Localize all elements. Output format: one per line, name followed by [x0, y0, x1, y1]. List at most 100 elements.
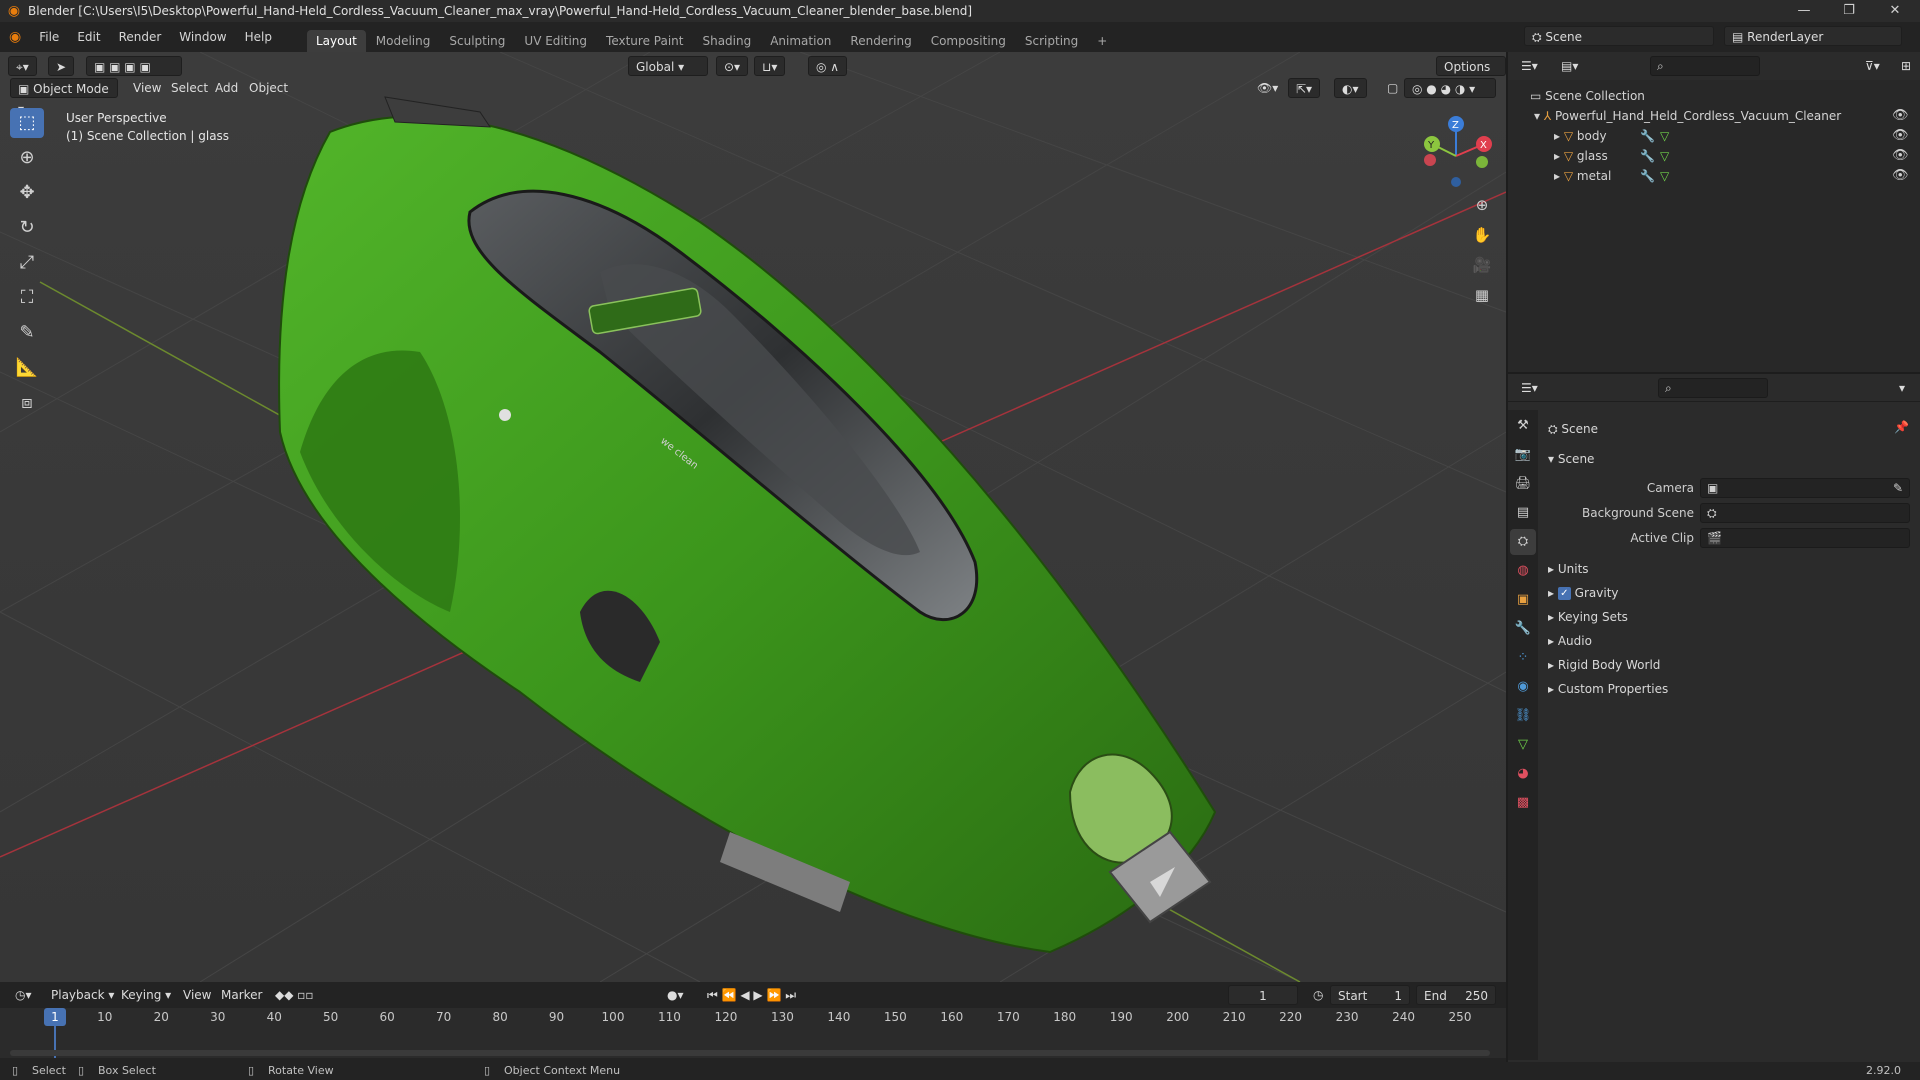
maximize-button[interactable]: ❐ — [1827, 0, 1871, 22]
outliner-search-input[interactable]: ⌕ — [1650, 56, 1760, 76]
viewport-menu-view[interactable]: View — [126, 78, 168, 98]
object-tab-icon[interactable]: ▣ — [1510, 587, 1536, 613]
use-preview-range-icon[interactable]: ◷ — [1306, 985, 1330, 1005]
render-tab-icon[interactable]: 📷 — [1510, 442, 1536, 468]
new-collection-icon[interactable]: ⊞ — [1894, 56, 1918, 76]
transform-orientation-dropdown[interactable]: Global ▾ — [628, 56, 708, 76]
menu-file[interactable]: File — [30, 22, 68, 52]
timeline-menu-playback[interactable]: Playback ▾ — [44, 985, 121, 1005]
modifier-tab-icon[interactable]: 🔧 — [1510, 616, 1536, 642]
menu-help[interactable]: Help — [236, 22, 281, 52]
render-layer-selector[interactable]: ▤ RenderLayer — [1724, 26, 1902, 46]
material-tab-icon[interactable]: ◕ — [1510, 761, 1536, 787]
minimize-button[interactable]: — — [1782, 0, 1826, 22]
ortho-grid-icon[interactable]: ▦ — [1469, 282, 1495, 308]
panel-audio-header[interactable]: ▸ Audio — [1548, 630, 1592, 652]
3d-viewport[interactable]: we clean ⌖▾ ➤ ▣ ▣ ▣ ▣ Global ▾ ⊙▾ ⊔▾ ◎ ∧… — [0, 52, 1506, 982]
keyframe-buttons-icon[interactable]: ◆◆ ▫▫ — [268, 985, 321, 1005]
pivot-point-dropdown[interactable]: ⊙▾ — [716, 56, 749, 76]
panel-keying-sets-header[interactable]: ▸ Keying Sets — [1548, 606, 1628, 628]
pin-icon[interactable]: 📌 — [1894, 420, 1909, 434]
tab-shading[interactable]: Shading — [693, 30, 760, 52]
display-mode-icon[interactable]: ▤▾ — [1554, 56, 1585, 76]
tab-modeling[interactable]: Modeling — [367, 30, 440, 52]
playhead[interactable]: 1 — [44, 1008, 66, 1026]
selection-mode-buttons[interactable]: ▣ ▣ ▣ ▣ — [86, 56, 182, 76]
add-workspace-button[interactable]: + — [1088, 30, 1116, 52]
properties-editor-type-icon[interactable]: ☰▾ — [1514, 378, 1545, 398]
camera-view-icon[interactable]: 🎥 — [1469, 252, 1495, 278]
zoom-icon[interactable]: ⊕ — [1469, 192, 1495, 218]
outliner-row-body[interactable]: ▸ ▽ body 🔧 ▽ 👁 — [1508, 126, 1920, 146]
constraints-tab-icon[interactable]: ⛓ — [1510, 703, 1536, 729]
particles-tab-icon[interactable]: ⁘ — [1510, 645, 1536, 671]
visibility-eye-icon[interactable]: 👁▾ — [1250, 78, 1285, 98]
snap-toggle[interactable]: ⊔▾ — [754, 56, 786, 76]
physics-tab-icon[interactable]: ◉ — [1510, 674, 1536, 700]
move-tool-icon[interactable]: ✥ — [10, 178, 44, 208]
tab-rendering[interactable]: Rendering — [841, 30, 920, 52]
scene-tab-icon[interactable]: ⛭ — [1510, 529, 1536, 555]
panel-custom-properties-header[interactable]: ▸ Custom Properties — [1548, 678, 1668, 700]
object-mode-dropdown[interactable]: ▣ Object Mode ▾ — [10, 78, 118, 116]
background-scene-field[interactable]: ⛭ — [1700, 503, 1910, 523]
tab-animation[interactable]: Animation — [761, 30, 840, 52]
camera-field[interactable]: ▣ ✎ — [1700, 478, 1910, 498]
timeline-scrollbar[interactable] — [10, 1050, 1490, 1056]
data-tab-icon[interactable]: ▽ — [1510, 732, 1536, 758]
tab-texture-paint[interactable]: Texture Paint — [597, 30, 692, 52]
timeline-menu-keying[interactable]: Keying ▾ — [114, 985, 178, 1005]
cursor-tool-icon[interactable]: ⊕ — [10, 143, 44, 173]
rotate-tool-icon[interactable]: ↻ — [10, 213, 44, 243]
select-tool-icon[interactable]: ➤ — [48, 56, 75, 76]
scene-selector[interactable]: ⛭ Scene — [1524, 26, 1714, 46]
tool-tab-icon[interactable]: ⚒ — [1510, 413, 1536, 439]
filter-icon[interactable]: ⊽▾ — [1858, 56, 1887, 76]
overlays-toggle-icon[interactable]: ◐▾ — [1334, 78, 1367, 98]
view-layer-tab-icon[interactable]: ▤ — [1510, 500, 1536, 526]
timeline-track-area[interactable]: 1102030405060708090100110120130140150160… — [0, 1008, 1506, 1058]
texture-tab-icon[interactable]: ▩ — [1510, 790, 1536, 816]
tab-uv-editing[interactable]: UV Editing — [515, 30, 596, 52]
tab-scripting[interactable]: Scripting — [1016, 30, 1087, 52]
start-frame-field[interactable]: Start 1 — [1330, 985, 1410, 1005]
visibility-eye-icon[interactable]: 👁 — [1892, 166, 1909, 186]
panel-rigid-body-world-header[interactable]: ▸ Rigid Body World — [1548, 654, 1660, 676]
xray-toggle-icon[interactable]: ▢ — [1380, 78, 1405, 98]
end-frame-field[interactable]: End 250 — [1416, 985, 1496, 1005]
world-tab-icon[interactable]: ◍ — [1510, 558, 1536, 584]
panel-gravity-header[interactable]: ▸ ✓ Gravity — [1548, 582, 1619, 604]
gravity-checkbox[interactable]: ✓ — [1557, 587, 1571, 600]
tab-sculpting[interactable]: Sculpting — [440, 30, 514, 52]
timeline-menu-view[interactable]: View — [176, 985, 218, 1005]
mesh-data-icon[interactable]: ▽ — [1660, 126, 1669, 146]
menu-render[interactable]: Render — [110, 22, 171, 52]
playback-controls[interactable]: ⏮ ⏪ ◀ ▶ ⏩ ⏭ — [700, 985, 824, 1005]
visibility-eye-icon[interactable]: 👁 — [1892, 146, 1909, 166]
output-tab-icon[interactable]: 🖨 — [1510, 471, 1536, 497]
options-dropdown[interactable]: Options ▾ — [1436, 56, 1506, 94]
select-box-tool-icon[interactable]: ⬚ — [10, 108, 44, 138]
outliner-row-metal[interactable]: ▸ ▽ metal 🔧 ▽ 👁 — [1508, 166, 1920, 186]
scale-tool-icon[interactable]: ⤢ — [10, 248, 44, 278]
editor-type-dropdown[interactable]: ⌖▾ — [8, 56, 37, 76]
outliner-editor-type-icon[interactable]: ☰▾ — [1514, 56, 1545, 76]
pan-hand-icon[interactable]: ✋ — [1469, 222, 1495, 248]
visibility-eye-icon[interactable]: 👁 — [1892, 106, 1909, 126]
blender-menu-icon[interactable]: ◉ — [0, 22, 30, 52]
current-frame-field[interactable]: 1 — [1228, 985, 1298, 1005]
proportional-editing-toggle[interactable]: ◎ ∧ — [808, 56, 848, 76]
properties-search-input[interactable]: ⌕ — [1658, 378, 1768, 398]
viewport-menu-add[interactable]: Add — [208, 78, 245, 98]
tab-layout[interactable]: Layout — [306, 30, 366, 52]
outliner-row-collection[interactable]: ▾ ⅄ Powerful_Hand_Held_Cordless_Vacuum_C… — [1508, 106, 1920, 126]
shading-mode-buttons[interactable]: ◎ ● ◕ ◑ ▾ — [1404, 78, 1496, 98]
annotate-tool-icon[interactable]: ✎ — [10, 318, 44, 348]
timeline-menu-marker[interactable]: Marker — [214, 985, 269, 1005]
modifier-wrench-icon[interactable]: 🔧 — [1640, 146, 1655, 166]
eyedropper-icon[interactable]: ✎ — [1893, 479, 1903, 497]
panel-scene-header[interactable]: ▾ Scene — [1548, 448, 1594, 470]
auto-keying-record-icon[interactable]: ●▾ — [660, 985, 691, 1005]
timeline-editor-type-icon[interactable]: ◷▾ — [8, 985, 39, 1005]
menu-window[interactable]: Window — [170, 22, 235, 52]
